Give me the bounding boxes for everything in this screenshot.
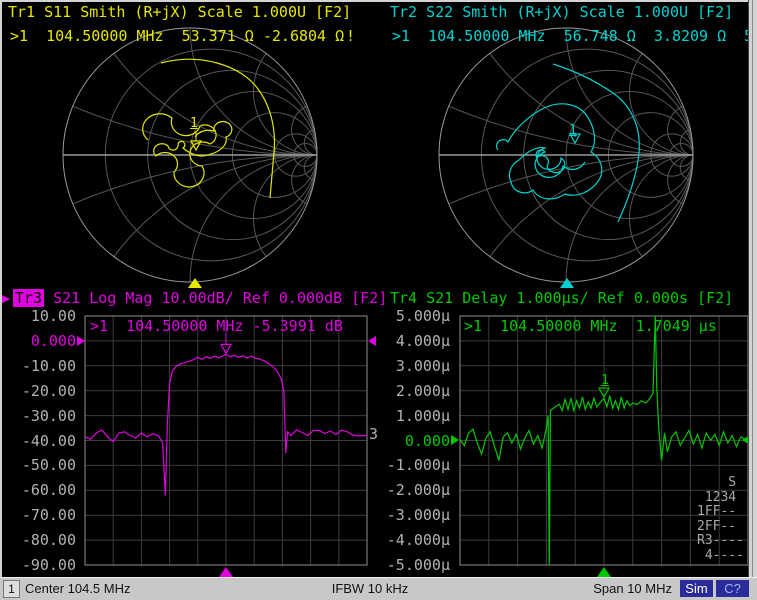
tr1-marker-flag: ! xyxy=(346,28,355,45)
y-axis-label: -2.000µ xyxy=(374,481,450,499)
y-axis-label: -80.00 xyxy=(0,531,76,549)
span-readout[interactable]: Span 10 MHz xyxy=(560,581,672,596)
y-axis-label: -90.00 xyxy=(0,556,76,574)
tr1-trace xyxy=(161,59,274,198)
tr3-ref-arrow-left xyxy=(77,336,85,346)
tr2-title-text: S22 Smith (R+jX) Scale 1.000U [F2] xyxy=(417,3,733,21)
tr1-marker-readout: >1 104.50000 MHz 53.371 Ω -2.6804 Ω xyxy=(10,28,344,45)
y-axis-label: -10.00 xyxy=(0,357,76,375)
tr4-ref-arrow-left xyxy=(451,435,459,445)
trace-status-line: 1234 xyxy=(697,491,744,506)
trace-status-line: 1FF-- xyxy=(697,505,744,520)
trace-status-block: S 12341FF--2FF--R3---- 4---- xyxy=(697,476,744,563)
channel-number-box[interactable]: 1 xyxy=(3,580,20,598)
tr3-stimulus-marker[interactable] xyxy=(219,567,233,577)
trace-status-line: 2FF-- xyxy=(697,520,744,535)
y-axis-label: -4.000µ xyxy=(374,531,450,549)
tr3-title-text: S21 Log Mag 10.00dB/ Ref 0.000dB [F2] xyxy=(44,289,387,307)
trace-status-line: 4---- xyxy=(697,549,744,564)
tr4-marker-readout: >1 104.50000 MHz 1.7049 µs xyxy=(464,318,717,335)
y-axis-label: -70.00 xyxy=(0,506,76,524)
y-axis-label: 5.000µ xyxy=(374,307,450,325)
screen-border-right-edge xyxy=(753,0,757,577)
y-axis-label: -40.00 xyxy=(0,432,76,450)
y-axis-label: 3.000µ xyxy=(374,357,450,375)
tr3-name: Tr3 xyxy=(13,289,44,307)
tr2-trace xyxy=(497,104,602,199)
y-axis-label: 10.00 xyxy=(0,307,76,325)
trace-status-line: S xyxy=(697,476,744,491)
sim-badge[interactable]: Sim xyxy=(680,580,713,597)
center-frequency-readout[interactable]: Center 104.5 MHz xyxy=(25,581,131,596)
tr4-stimulus-marker[interactable] xyxy=(597,567,611,577)
tr4-title[interactable]: Tr4 S21 Delay 1.000µs/ Ref 0.000s [F2] xyxy=(390,290,733,307)
vna-screen: Tr1 S11 Smith (R+jX) Scale 1.000U [F2] T… xyxy=(0,0,757,600)
y-axis-label: 4.000µ xyxy=(374,332,450,350)
tr2-name: Tr2 xyxy=(390,3,417,21)
y-axis-label: 1.000µ xyxy=(374,407,450,425)
y-axis-label: -1.000µ xyxy=(374,456,450,474)
y-axis-label: -50.00 xyxy=(0,456,76,474)
y-axis-label: 0.000 xyxy=(0,332,76,350)
tr2-marker-number[interactable]: 1 xyxy=(569,122,577,139)
tr2-trace xyxy=(553,64,639,222)
trace-status-line: R3---- xyxy=(697,534,744,549)
tr4-name: Tr4 xyxy=(390,289,417,307)
y-axis-label: -20.00 xyxy=(0,382,76,400)
y-axis-label: -5.000µ xyxy=(374,556,450,574)
correction-badge[interactable]: C? xyxy=(716,580,749,597)
y-axis-label: 0.000 xyxy=(374,432,450,450)
tr3-active-indicator: ▶ xyxy=(1,290,10,307)
y-axis-label: 2.000µ xyxy=(374,382,450,400)
y-axis-label: -3.000µ xyxy=(374,506,450,524)
tr3-marker-readout: >1 104.50000 MHz -5.3991 dB xyxy=(90,318,343,335)
screen-border-top xyxy=(0,0,757,2)
tr1-name: Tr1 xyxy=(8,3,35,21)
status-bar: 1 Center 104.5 MHz IFBW 10 kHz Span 10 M… xyxy=(0,577,757,600)
tr1-marker-number[interactable]: 1 xyxy=(190,115,198,132)
tr4-title-text: S21 Delay 1.000µs/ Ref 0.000s [F2] xyxy=(417,289,733,307)
tr1-title-text: S11 Smith (R+jX) Scale 1.000U [F2] xyxy=(35,3,351,21)
y-axis-label: -60.00 xyxy=(0,481,76,499)
tr4-marker-number[interactable]: 1 xyxy=(599,372,611,389)
tr1-title[interactable]: Tr1 S11 Smith (R+jX) Scale 1.000U [F2] xyxy=(8,4,351,21)
smith-tr2-grid xyxy=(439,28,693,282)
tr2-marker-readout: >1 104.50000 MHz 56.748 Ω 3.8209 Ω xyxy=(392,28,726,45)
tr3-title[interactable]: Tr3 S21 Log Mag 10.00dB/ Ref 0.000dB [F2… xyxy=(13,290,387,307)
tr2-title[interactable]: Tr2 S22 Smith (R+jX) Scale 1.000U [F2] xyxy=(390,4,733,21)
tr2-stimulus-marker[interactable] xyxy=(560,278,574,288)
y-axis-label: -30.00 xyxy=(0,407,76,425)
ifbw-readout[interactable]: IFBW 10 kHz xyxy=(280,581,460,596)
